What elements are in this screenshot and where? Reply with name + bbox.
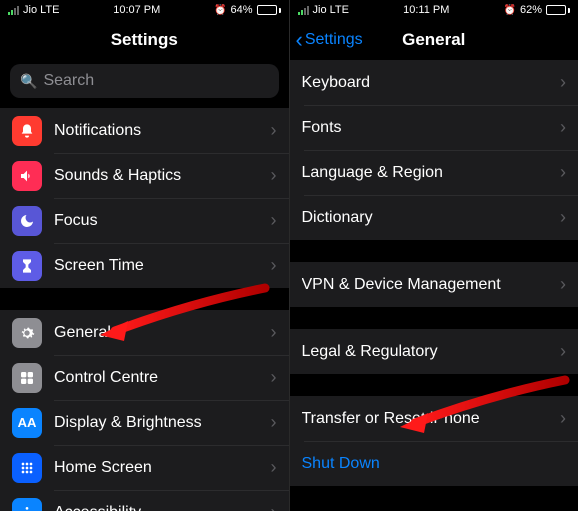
left-screenshot: Jio LTE 10:07 PM ⏰ 64% Settings 🔍 Search… bbox=[0, 0, 289, 511]
chevron-right-icon: › bbox=[271, 255, 277, 276]
general-list-group-4: Transfer or Reset iPhone › Shut Down bbox=[290, 396, 578, 486]
chevron-right-icon: › bbox=[560, 207, 566, 228]
row-label: Control Centre bbox=[54, 369, 263, 387]
nav-bar: Settings bbox=[0, 20, 289, 60]
alarm-icon: ⏰ bbox=[214, 5, 226, 16]
back-label: Settings bbox=[305, 31, 363, 49]
page-title: Settings bbox=[111, 30, 178, 50]
row-label: Focus bbox=[54, 212, 263, 230]
status-bar: Jio LTE 10:11 PM ⏰ 62% bbox=[290, 0, 578, 20]
chevron-right-icon: › bbox=[271, 457, 277, 478]
group-separator bbox=[0, 288, 289, 310]
chevron-right-icon: › bbox=[560, 72, 566, 93]
row-label: Screen Time bbox=[54, 257, 263, 275]
settings-list-group-2: General › Control Centre › AA Display & … bbox=[0, 310, 289, 511]
row-focus[interactable]: Focus › bbox=[0, 198, 289, 243]
battery-icon bbox=[257, 5, 281, 15]
battery-icon bbox=[546, 5, 570, 15]
status-bar: Jio LTE 10:07 PM ⏰ 64% bbox=[0, 0, 289, 20]
alarm-icon: ⏰ bbox=[504, 5, 516, 16]
search-input[interactable]: 🔍 Search bbox=[10, 64, 279, 98]
chevron-right-icon: › bbox=[560, 274, 566, 295]
chevron-right-icon: › bbox=[560, 117, 566, 138]
group-separator bbox=[290, 307, 578, 329]
screen-time-icon bbox=[12, 251, 42, 281]
row-accessibility[interactable]: Accessibility › bbox=[0, 490, 289, 511]
chevron-right-icon: › bbox=[271, 322, 277, 343]
row-fonts[interactable]: Fonts › bbox=[290, 105, 578, 150]
signal-icon bbox=[8, 5, 19, 15]
control-centre-icon bbox=[12, 363, 42, 393]
row-home-screen[interactable]: Home Screen › bbox=[0, 445, 289, 490]
carrier-label: Jio LTE bbox=[23, 4, 59, 16]
search-icon: 🔍 bbox=[20, 73, 37, 90]
notifications-icon bbox=[12, 116, 42, 146]
row-screen-time[interactable]: Screen Time › bbox=[0, 243, 289, 288]
battery-percent: 62% bbox=[520, 4, 542, 16]
row-keyboard[interactable]: Keyboard › bbox=[290, 60, 578, 105]
chevron-left-icon: ‹ bbox=[296, 29, 303, 51]
row-shut-down[interactable]: Shut Down bbox=[290, 441, 578, 486]
clock: 10:07 PM bbox=[113, 4, 160, 16]
chevron-right-icon: › bbox=[560, 341, 566, 362]
general-icon bbox=[12, 318, 42, 348]
carrier-label: Jio LTE bbox=[313, 4, 349, 16]
row-label: Notifications bbox=[54, 122, 263, 140]
page-title: General bbox=[402, 30, 465, 50]
display-icon: AA bbox=[12, 408, 42, 438]
chevron-right-icon: › bbox=[271, 412, 277, 433]
row-notifications[interactable]: Notifications › bbox=[0, 108, 289, 153]
row-label: Home Screen bbox=[54, 459, 263, 477]
chevron-right-icon: › bbox=[271, 165, 277, 186]
general-list-group-3: Legal & Regulatory › bbox=[290, 329, 578, 374]
signal-icon bbox=[298, 5, 309, 15]
row-transfer-reset[interactable]: Transfer or Reset iPhone › bbox=[290, 396, 578, 441]
row-label: Legal & Regulatory bbox=[302, 343, 553, 361]
row-control-centre[interactable]: Control Centre › bbox=[0, 355, 289, 400]
battery-percent: 64% bbox=[230, 4, 252, 16]
row-display-brightness[interactable]: AA Display & Brightness › bbox=[0, 400, 289, 445]
chevron-right-icon: › bbox=[271, 210, 277, 231]
row-label: Transfer or Reset iPhone bbox=[302, 410, 553, 428]
chevron-right-icon: › bbox=[560, 408, 566, 429]
row-vpn-device-management[interactable]: VPN & Device Management › bbox=[290, 262, 578, 307]
general-list-group-1: Keyboard › Fonts › Language & Region › D… bbox=[290, 60, 578, 240]
clock: 10:11 PM bbox=[403, 4, 449, 16]
row-language-region[interactable]: Language & Region › bbox=[290, 150, 578, 195]
row-sounds-haptics[interactable]: Sounds & Haptics › bbox=[0, 153, 289, 198]
row-label: Language & Region bbox=[302, 164, 553, 182]
general-list-group-2: VPN & Device Management › bbox=[290, 262, 578, 307]
row-label: Fonts bbox=[302, 119, 553, 137]
row-label: Sounds & Haptics bbox=[54, 167, 263, 185]
accessibility-icon bbox=[12, 498, 42, 511]
row-legal-regulatory[interactable]: Legal & Regulatory › bbox=[290, 329, 578, 374]
row-label: Keyboard bbox=[302, 74, 553, 92]
row-label: Shut Down bbox=[302, 455, 567, 473]
row-label: General bbox=[54, 324, 263, 342]
back-button[interactable]: ‹ Settings bbox=[296, 29, 363, 51]
row-general[interactable]: General › bbox=[0, 310, 289, 355]
row-label: Dictionary bbox=[302, 209, 553, 227]
focus-icon bbox=[12, 206, 42, 236]
right-screenshot: Jio LTE 10:11 PM ⏰ 62% ‹ Settings Genera… bbox=[289, 0, 578, 511]
group-separator bbox=[290, 374, 578, 396]
row-label: VPN & Device Management bbox=[302, 276, 553, 294]
sounds-icon bbox=[12, 161, 42, 191]
row-dictionary[interactable]: Dictionary › bbox=[290, 195, 578, 240]
chevron-right-icon: › bbox=[271, 502, 277, 511]
settings-list-group-1: Notifications › Sounds & Haptics › Focus… bbox=[0, 108, 289, 288]
row-label: Accessibility bbox=[54, 504, 263, 511]
chevron-right-icon: › bbox=[271, 367, 277, 388]
nav-bar: ‹ Settings General bbox=[290, 20, 578, 60]
home-screen-icon bbox=[12, 453, 42, 483]
row-label: Display & Brightness bbox=[54, 414, 263, 432]
chevron-right-icon: › bbox=[560, 162, 566, 183]
group-separator bbox=[290, 240, 578, 262]
chevron-right-icon: › bbox=[271, 120, 277, 141]
search-placeholder: Search bbox=[43, 72, 94, 90]
